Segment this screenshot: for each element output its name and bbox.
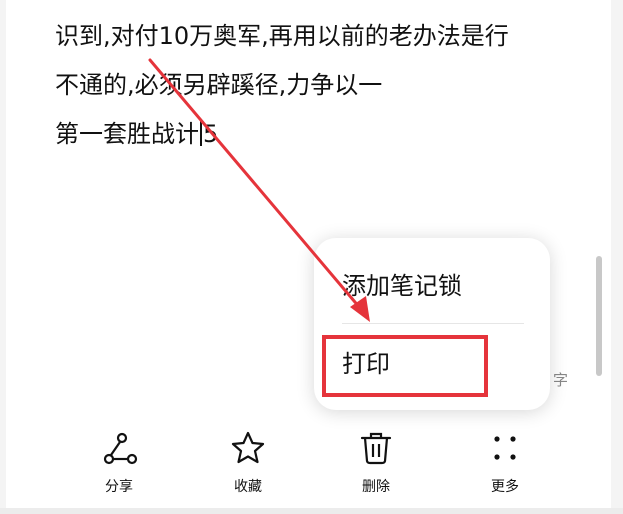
note-text-segment: 第一套胜战计 bbox=[55, 120, 199, 148]
delete-label: 删除 bbox=[362, 479, 390, 495]
menu-item-add-note-lock[interactable]: 添加笔记锁 bbox=[342, 270, 462, 302]
menu-divider bbox=[342, 323, 524, 324]
share-button[interactable]: 分享 bbox=[84, 430, 154, 496]
note-text-line[interactable]: 识到,对付10万奥军,再用以前的老办法是行 bbox=[55, 20, 509, 52]
more-button[interactable]: 更多 bbox=[470, 430, 540, 496]
bottom-edge bbox=[0, 508, 623, 514]
trash-icon bbox=[360, 432, 392, 465]
share-icon bbox=[103, 432, 138, 465]
delete-button[interactable]: 删除 bbox=[341, 430, 411, 496]
more-label: 更多 bbox=[491, 479, 519, 495]
note-text-segment: 5 bbox=[203, 120, 219, 148]
star-icon bbox=[231, 431, 265, 464]
note-text-line[interactable]: 第一套胜战计 5 bbox=[55, 118, 218, 150]
favorite-label: 收藏 bbox=[234, 479, 262, 495]
note-text-line[interactable]: 不通的,必须另辟蹊径,力争以一 bbox=[55, 69, 382, 101]
print-highlight-box bbox=[322, 335, 488, 397]
favorite-button[interactable]: 收藏 bbox=[213, 430, 283, 496]
more-icon bbox=[494, 436, 516, 460]
scrollbar[interactable] bbox=[596, 256, 602, 376]
share-label: 分享 bbox=[105, 479, 133, 495]
text-caret bbox=[200, 120, 202, 146]
char-count-suffix: 字 bbox=[553, 371, 569, 389]
